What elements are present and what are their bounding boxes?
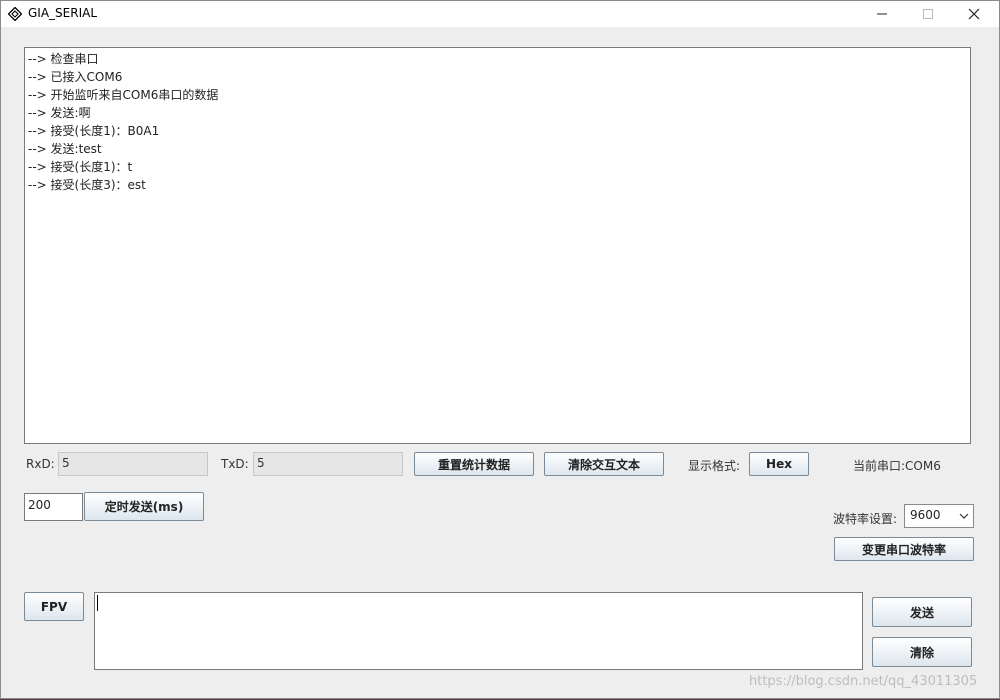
minimize-button[interactable] xyxy=(859,1,905,27)
display-format-label: 显示格式: xyxy=(688,459,741,473)
log-line: --> 发送:test xyxy=(28,142,102,156)
close-icon xyxy=(968,8,980,20)
rxd-label: RxD: xyxy=(26,457,55,471)
rxd-count: 5 xyxy=(58,452,208,476)
log-line: --> 已接入COM6 xyxy=(28,70,123,84)
log-line: --> 检查串口 xyxy=(28,52,99,66)
log-line: --> 接受(长度1)：B0A1 xyxy=(28,124,160,138)
app-window: GIA_SERIAL --> 检查串口 --> 已接入COM6 --> 开始监听… xyxy=(0,0,1000,699)
maximize-icon xyxy=(923,9,933,19)
maximize-button[interactable] xyxy=(905,1,951,27)
reset-stats-button[interactable]: 重置统计数据 xyxy=(414,452,534,476)
hex-format-button[interactable]: Hex xyxy=(749,452,809,476)
timer-interval-input[interactable]: 200 xyxy=(24,493,83,521)
window-title: GIA_SERIAL xyxy=(28,6,98,20)
log-line: --> 发送:啊 xyxy=(28,106,91,120)
baud-rate-label: 波特率设置: xyxy=(833,512,898,526)
log-line: --> 开始监听来自COM6串口的数据 xyxy=(28,88,219,102)
txd-count: 5 xyxy=(253,452,403,476)
txd-label: TxD: xyxy=(221,457,249,471)
watermark: https://blog.csdn.net/qq_43011305 xyxy=(749,674,978,689)
interaction-log[interactable]: --> 检查串口 --> 已接入COM6 --> 开始监听来自COM6串口的数据… xyxy=(24,47,971,444)
minimize-icon xyxy=(877,13,887,15)
baud-rate-value: 9600 xyxy=(910,508,941,522)
title-bar[interactable]: GIA_SERIAL xyxy=(1,1,999,27)
send-text-input[interactable] xyxy=(94,592,863,670)
change-baud-button[interactable]: 变更串口波特率 xyxy=(834,537,974,561)
log-line: --> 接受(长度1)：t xyxy=(28,160,133,174)
fpv-button[interactable]: FPV xyxy=(24,592,84,621)
close-button[interactable] xyxy=(951,1,997,27)
chevron-down-icon xyxy=(959,513,969,519)
send-button[interactable]: 发送 xyxy=(872,597,972,627)
current-port-status: 当前串口:COM6 xyxy=(853,459,941,473)
log-line: --> 接受(长度3)：est xyxy=(28,178,146,192)
baud-rate-select[interactable]: 9600 xyxy=(904,504,974,528)
app-logo-icon xyxy=(7,6,23,22)
timed-send-button[interactable]: 定时发送(ms) xyxy=(84,492,204,521)
clear-input-button[interactable]: 清除 xyxy=(872,637,972,667)
text-caret xyxy=(97,595,98,611)
clear-text-button[interactable]: 清除交互文本 xyxy=(544,452,664,476)
